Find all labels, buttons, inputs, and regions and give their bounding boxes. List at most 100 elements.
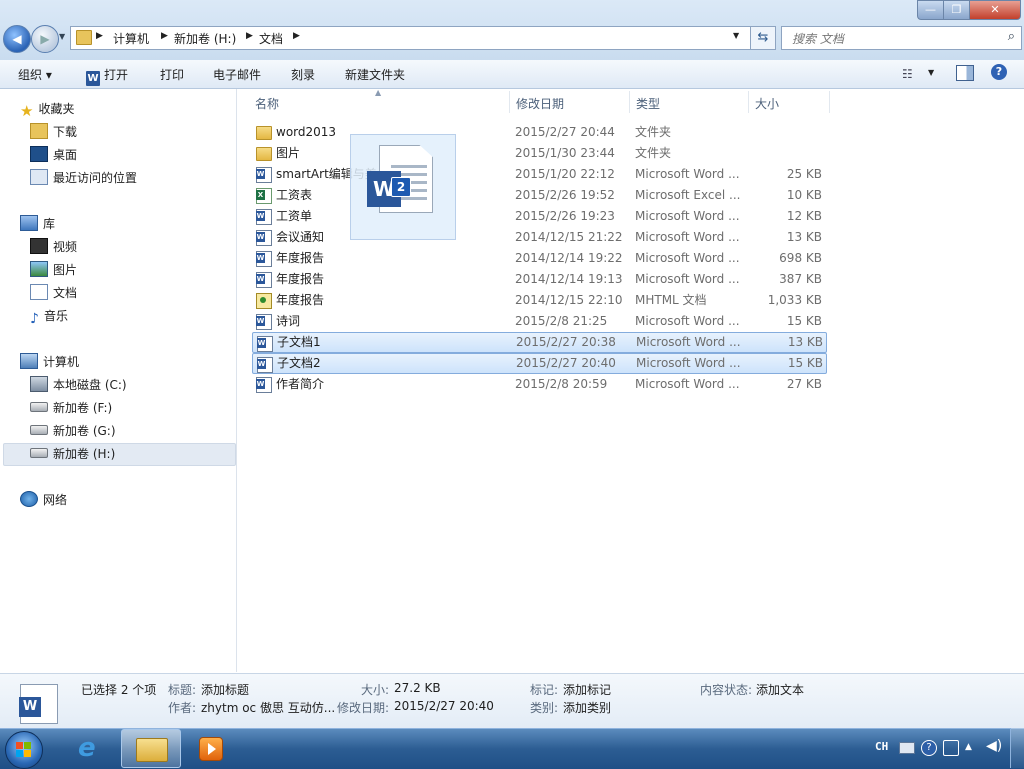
nav-desktop[interactable]: 桌面 bbox=[30, 145, 77, 165]
column-divider[interactable] bbox=[829, 91, 830, 113]
file-size: 13 KB bbox=[787, 335, 823, 349]
breadcrumb-drive-h[interactable]: 新加卷 (H:) bbox=[174, 30, 236, 47]
close-button[interactable]: ✕ bbox=[969, 0, 1021, 20]
views-dropdown-icon[interactable]: ▼ bbox=[928, 68, 934, 77]
breadcrumb-separator-icon[interactable]: ▶ bbox=[161, 31, 168, 41]
nav-documents[interactable]: 文档 bbox=[30, 283, 77, 303]
file-row[interactable]: 诗词 2015/2/8 21:25 Microsoft Word ... 15 KB bbox=[252, 311, 825, 331]
file-row[interactable]: 年度报告 2014/12/15 22:10 MHTML 文档 1,033 KB bbox=[252, 290, 825, 310]
column-divider[interactable] bbox=[509, 91, 510, 113]
minimize-button[interactable]: — bbox=[917, 0, 944, 20]
taskbar-windows-explorer[interactable] bbox=[121, 729, 181, 768]
new-folder-button[interactable]: 新建文件夹 bbox=[345, 66, 405, 83]
nav-computer[interactable]: 计算机 bbox=[20, 352, 79, 372]
word-doc-icon: W bbox=[19, 684, 58, 724]
file-row[interactable]: 工资表 2015/2/26 19:52 Microsoft Excel ... 10 … bbox=[252, 185, 825, 205]
column-header-bar: 名称 修改日期 类型 大小 bbox=[237, 89, 1024, 115]
forward-arrow-icon: ▶ bbox=[40, 32, 50, 46]
print-button[interactable]: 打印 bbox=[160, 66, 184, 83]
drag-preview[interactable]: W 2 bbox=[350, 134, 456, 240]
organize-menu-button[interactable]: 组织 ▾ bbox=[18, 66, 52, 83]
file-size: 1,033 KB bbox=[767, 293, 822, 307]
category-value[interactable]: 添加类别 bbox=[563, 699, 611, 716]
content-status-key: 内容状态: bbox=[700, 683, 753, 697]
column-divider[interactable] bbox=[748, 91, 749, 113]
burn-button[interactable]: 刻录 bbox=[291, 66, 315, 83]
file-row-selected[interactable]: 子文档1 2015/2/27 20:38 Microsoft Word ... 13 … bbox=[252, 332, 827, 353]
search-box[interactable]: ⌕ bbox=[781, 26, 1022, 50]
column-size[interactable]: 大小 bbox=[755, 95, 779, 112]
nav-drive-f[interactable]: 新加卷 (F:) bbox=[30, 398, 112, 418]
word-icon: W bbox=[86, 71, 100, 86]
file-type: MHTML 文档 bbox=[635, 293, 707, 307]
file-size: 387 KB bbox=[779, 272, 822, 286]
internet-explorer-icon: e bbox=[78, 733, 96, 763]
file-row[interactable]: smartArt编辑与美化2015/1/20 22:12Microsoft Wo… bbox=[252, 164, 825, 184]
file-row[interactable]: 年度报告 2014/12/14 19:22 Microsoft Word ... 69… bbox=[252, 248, 825, 268]
file-row[interactable]: 作者简介 2015/2/8 20:59 Microsoft Word ... 27 K… bbox=[252, 374, 825, 394]
file-row[interactable]: 图片 2015/1/30 23:44 文件夹 bbox=[252, 143, 825, 163]
nav-network[interactable]: 网络 bbox=[20, 490, 67, 510]
nav-downloads[interactable]: 下载 bbox=[30, 122, 77, 142]
nav-drive-g[interactable]: 新加卷 (G:) bbox=[30, 421, 116, 441]
content-status-value[interactable]: 添加文本 bbox=[756, 681, 804, 698]
breadcrumb-separator-icon[interactable]: ▶ bbox=[293, 31, 300, 41]
help-tray-icon[interactable]: ? bbox=[921, 740, 937, 756]
nav-drive-c[interactable]: 本地磁盘 (C:) bbox=[30, 375, 127, 395]
address-dropdown-icon[interactable]: ▼ bbox=[733, 31, 739, 40]
breadcrumb-computer[interactable]: 计算机 bbox=[113, 30, 149, 47]
address-field[interactable]: ▶ 计算机 ▶ 新加卷 (H:) ▶ 文档 ▶ bbox=[70, 26, 752, 50]
file-row[interactable]: word2013 2015/2/27 20:44 文件夹 bbox=[252, 122, 825, 142]
nav-recent-places[interactable]: 最近访问的位置 bbox=[30, 168, 137, 188]
column-name[interactable]: 名称 bbox=[255, 95, 279, 112]
nav-videos[interactable]: 视频 bbox=[30, 237, 77, 257]
breadcrumb-separator-icon[interactable]: ▶ bbox=[96, 31, 103, 41]
show-desktop-button[interactable] bbox=[1010, 728, 1024, 768]
title-key: 标题: bbox=[168, 683, 197, 697]
file-type: Microsoft Word ... bbox=[635, 251, 740, 265]
start-button[interactable] bbox=[5, 731, 43, 769]
search-icon[interactable]: ⌕ bbox=[1008, 29, 1015, 44]
keyboard-icon[interactable] bbox=[899, 742, 915, 754]
recent-pages-dropdown-icon[interactable]: ▼ bbox=[59, 32, 65, 41]
show-hidden-icons-icon[interactable]: ▲ bbox=[965, 742, 972, 752]
change-view-icon[interactable]: ☷ bbox=[902, 67, 913, 81]
file-size: 10 KB bbox=[786, 188, 822, 202]
forward-button[interactable]: ▶ bbox=[31, 25, 59, 53]
open-button[interactable]: W 打开 bbox=[86, 66, 128, 86]
help-icon[interactable]: ? bbox=[991, 64, 1007, 80]
back-arrow-icon: ◀ bbox=[12, 32, 22, 46]
file-row-selected[interactable]: 子文档2 2015/2/27 20:40 Microsoft Word ... 15 … bbox=[252, 353, 827, 374]
nav-favorites[interactable]: ★ 收藏夹 bbox=[20, 99, 74, 120]
preview-pane-icon[interactable] bbox=[956, 65, 974, 81]
nav-pictures[interactable]: 图片 bbox=[30, 260, 77, 280]
author-value[interactable]: zhytm oc 傲思 互动仿... bbox=[201, 699, 335, 716]
column-date-modified[interactable]: 修改日期 bbox=[516, 95, 564, 112]
nav-libraries[interactable]: 库 bbox=[20, 214, 55, 234]
taskbar-media-player[interactable] bbox=[190, 729, 230, 766]
file-date: 2014/12/14 19:13 bbox=[515, 272, 623, 286]
breadcrumb-documents[interactable]: 文档 bbox=[259, 30, 283, 47]
tags-value[interactable]: 添加标记 bbox=[563, 681, 611, 698]
email-button[interactable]: 电子邮件 bbox=[213, 66, 261, 83]
file-row[interactable]: 年度报告 2014/12/14 19:13 Microsoft Word ... 38… bbox=[252, 269, 825, 289]
file-row[interactable]: 工资单 2015/2/26 19:23 Microsoft Word ... 12 K… bbox=[252, 206, 825, 226]
column-divider[interactable] bbox=[629, 91, 630, 113]
back-button[interactable]: ◀ bbox=[3, 25, 31, 53]
nav-music[interactable]: ♪ 音乐 bbox=[30, 306, 68, 327]
title-value[interactable]: 添加标题 bbox=[201, 681, 249, 698]
sort-ascending-icon: ▲ bbox=[375, 88, 382, 97]
details-pane: W 已选择 2 个项 标题: 添加标题 作者: zhytm oc 傲思 互动仿.… bbox=[0, 673, 1024, 729]
input-language-indicator[interactable]: CH bbox=[875, 740, 888, 753]
options-tray-icon[interactable] bbox=[943, 740, 959, 756]
modified-key: 修改日期: bbox=[337, 701, 390, 715]
volume-icon[interactable]: ◀) bbox=[986, 738, 1002, 754]
column-type[interactable]: 类型 bbox=[636, 95, 660, 112]
maximize-button[interactable]: ❐ bbox=[943, 0, 970, 20]
search-input[interactable] bbox=[790, 29, 994, 49]
breadcrumb-separator-icon[interactable]: ▶ bbox=[246, 31, 253, 41]
taskbar-internet-explorer[interactable]: e bbox=[70, 729, 110, 766]
file-row[interactable]: 会议通知 2014/12/15 21:22 Microsoft Word ... 13… bbox=[252, 227, 825, 247]
nav-drive-h[interactable]: 新加卷 (H:) bbox=[30, 444, 115, 464]
refresh-button[interactable]: ⇆ bbox=[750, 26, 776, 50]
